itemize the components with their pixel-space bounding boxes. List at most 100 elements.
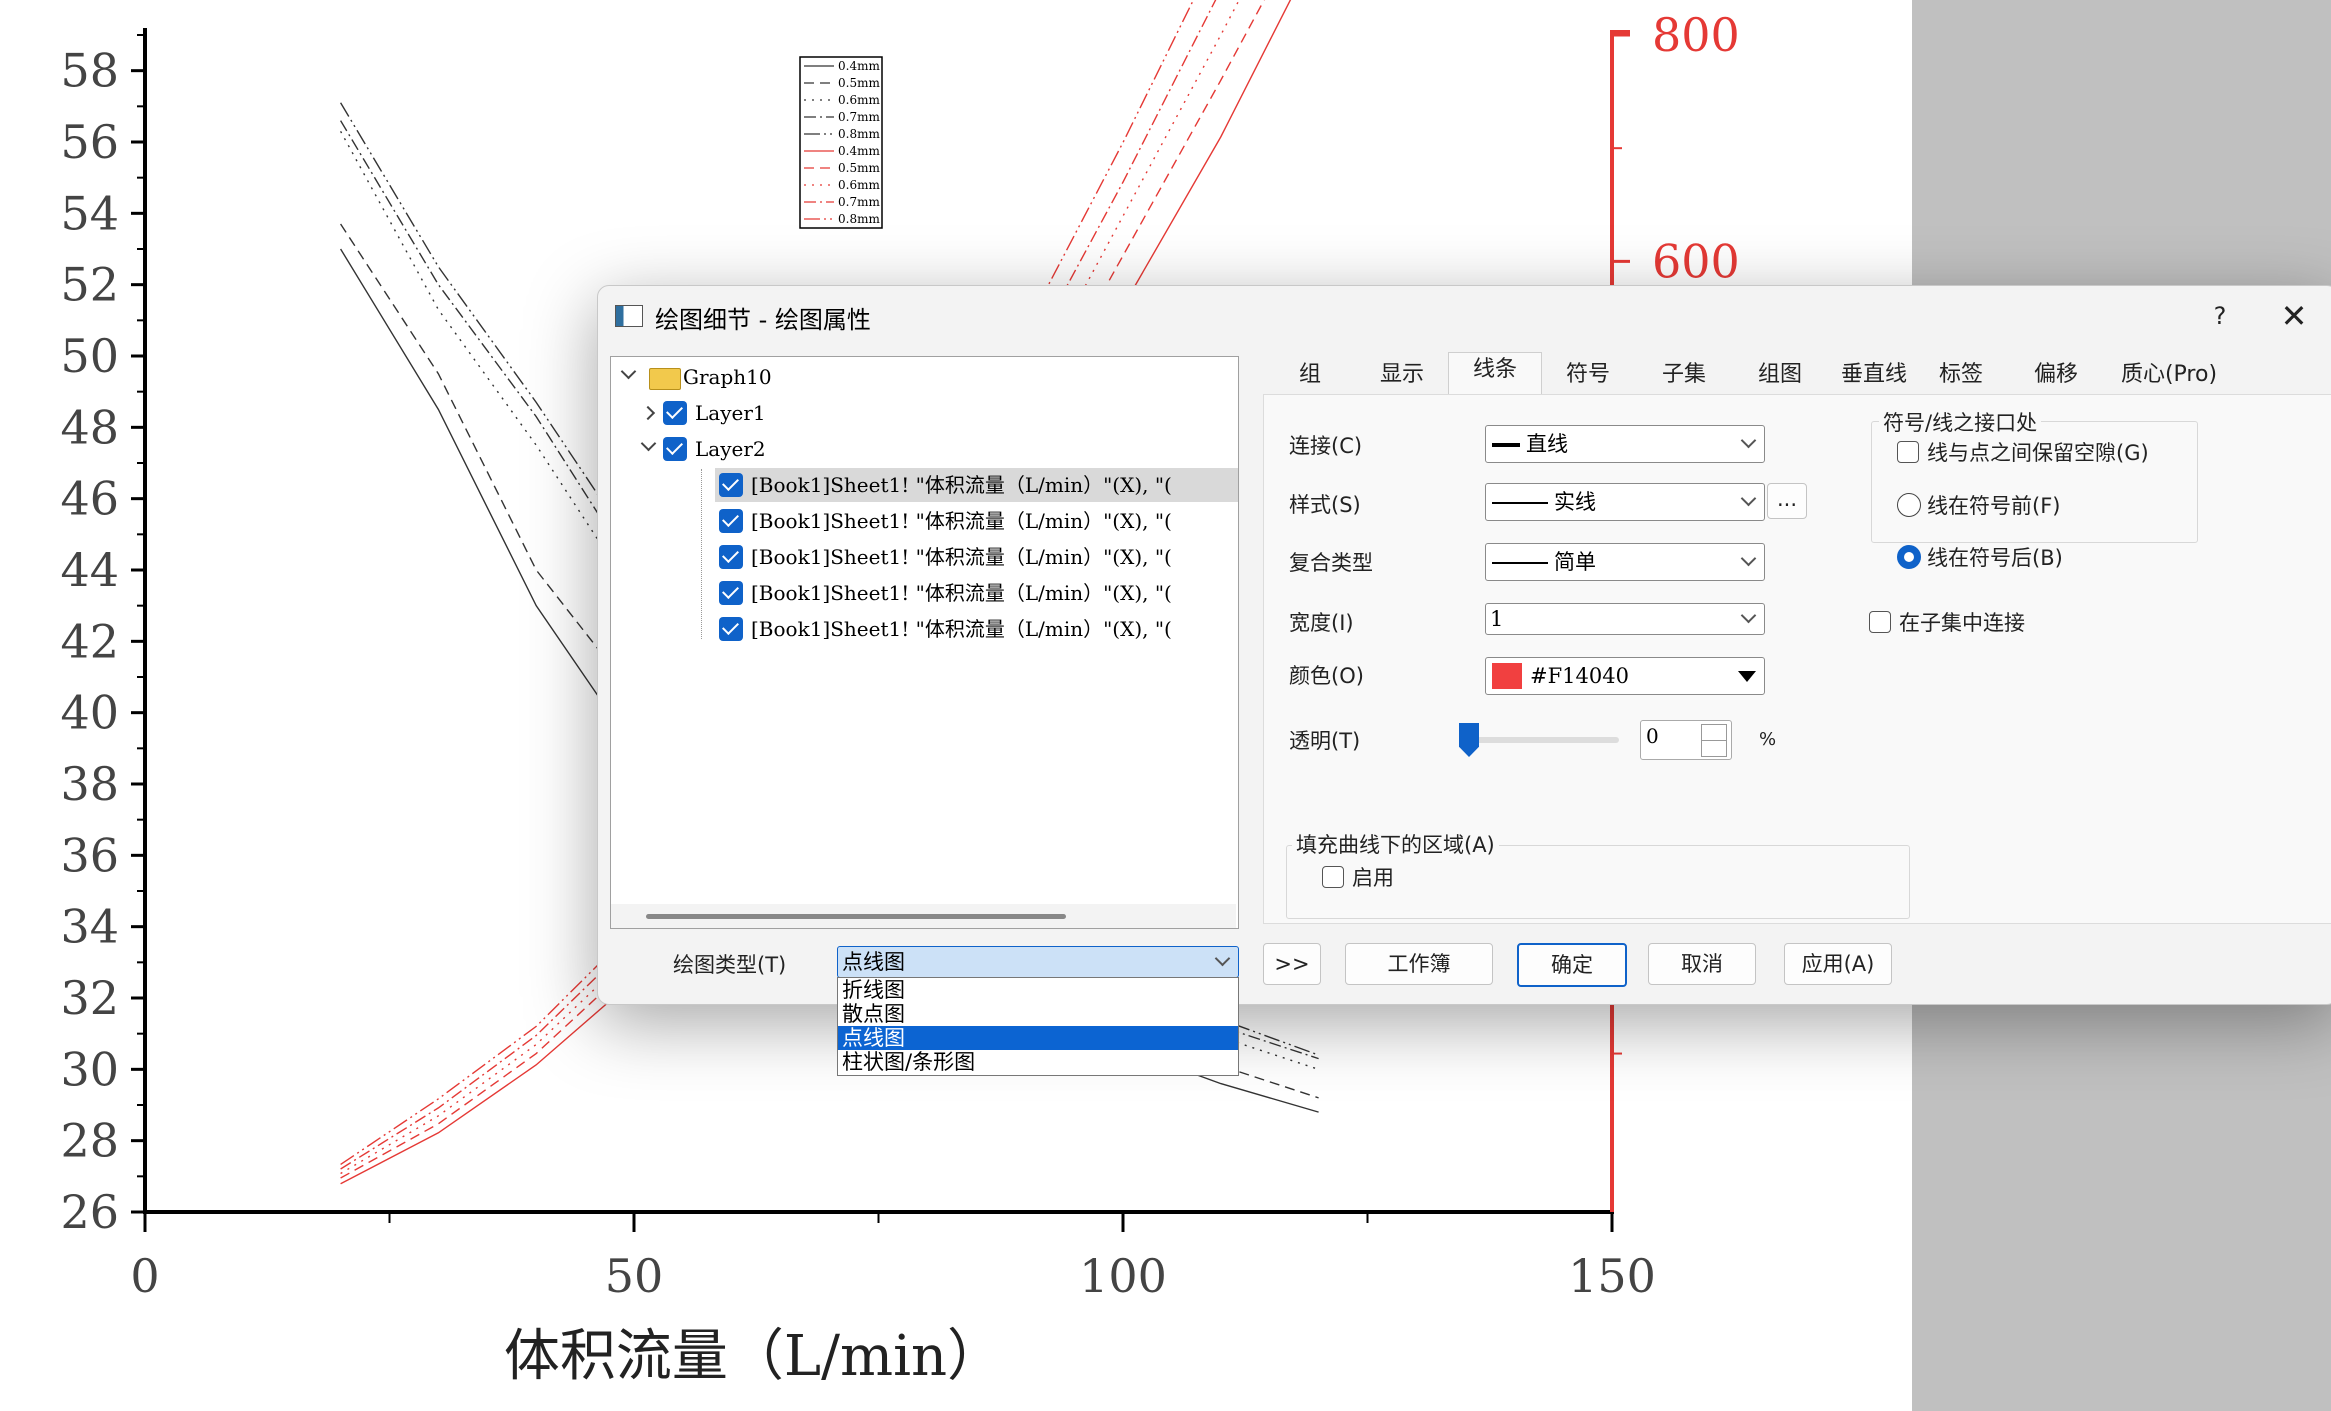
spin-up-icon[interactable] bbox=[1701, 724, 1727, 741]
connect-value: 直线 bbox=[1526, 432, 1568, 456]
tree-guide-line bbox=[701, 469, 702, 639]
property-tabs: 组 显示 线条 符号 子集 组图 垂直线 标签 偏移 质心(Pro) bbox=[1266, 352, 2331, 395]
line-sample-icon bbox=[1492, 562, 1548, 564]
dropdown-option-selected[interactable]: 点线图 bbox=[838, 1026, 1238, 1050]
legend-label: 0.7mm bbox=[838, 110, 880, 124]
fill-enable-checkbox[interactable] bbox=[1322, 866, 1344, 888]
style-select[interactable]: 实线 bbox=[1485, 483, 1765, 521]
legend-label: 0.8mm bbox=[838, 127, 880, 141]
line-before-radio[interactable] bbox=[1897, 493, 1921, 517]
connect-select[interactable]: 直线 bbox=[1485, 425, 1765, 463]
dropdown-option[interactable]: 柱状图/条形图 bbox=[838, 1050, 1238, 1074]
chevron-down-icon bbox=[1740, 432, 1757, 449]
gap-option-label: 线与点之间保留空隙(G) bbox=[1927, 441, 2149, 465]
plot-checkbox[interactable] bbox=[719, 545, 743, 569]
width-value: 1 bbox=[1490, 607, 1504, 631]
tab-line[interactable]: 线条 bbox=[1448, 352, 1542, 395]
x-axis-tick-label: 100 bbox=[1079, 1249, 1167, 1303]
chevron-down-icon bbox=[1740, 607, 1757, 624]
tab-subset[interactable]: 子集 bbox=[1638, 358, 1730, 392]
subset-connect-checkbox[interactable] bbox=[1869, 611, 1891, 633]
left-axis-tick-label: 36 bbox=[60, 828, 119, 882]
scrollbar-thumb[interactable] bbox=[646, 914, 1066, 919]
tree-item-plot[interactable]: [Book1]Sheet1! "体积流量（L/min）"(X), "( bbox=[715, 612, 1238, 646]
chevron-down-icon bbox=[1740, 490, 1757, 507]
chevron-right-icon[interactable] bbox=[640, 405, 656, 421]
chevron-down-icon bbox=[1214, 950, 1231, 967]
x-axis-title: 体积流量（L/min） bbox=[504, 1324, 1003, 1389]
width-label: 宽度(I) bbox=[1289, 611, 1354, 635]
plot-tree[interactable]: Graph10 Layer1 Layer2 [Book1]Sheet1! "体积… bbox=[610, 356, 1239, 929]
cancel-button[interactable]: 取消 bbox=[1648, 943, 1756, 985]
tree-label-graph: Graph10 bbox=[683, 365, 772, 389]
left-axis-tick-label: 54 bbox=[60, 186, 119, 240]
transparency-slider-track[interactable] bbox=[1459, 737, 1619, 743]
legend-label: 0.6mm bbox=[838, 93, 880, 107]
line-tab-panel: 连接(C) 直线 样式(S) 实线 ... 复合类型 简单 宽度(I) 1 颜色… bbox=[1263, 394, 2331, 924]
left-axis-tick-label: 42 bbox=[60, 614, 119, 668]
tree-item-plot[interactable]: [Book1]Sheet1! "体积流量（L/min）"(X), "( bbox=[715, 540, 1238, 574]
plot-checkbox[interactable] bbox=[719, 509, 743, 533]
tree-label-plot: [Book1]Sheet1! "体积流量（L/min）"(X), "( bbox=[751, 581, 1172, 605]
folder-icon bbox=[649, 368, 681, 390]
ok-button[interactable]: 确定 bbox=[1517, 943, 1627, 987]
tab-centroid[interactable]: 质心(Pro) bbox=[2104, 358, 2234, 392]
compound-select[interactable]: 简单 bbox=[1485, 543, 1765, 581]
right-axis-tick-label: 600 bbox=[1652, 234, 1740, 288]
dialog-titlebar[interactable]: 绘图细节 - 绘图属性 ? ✕ bbox=[598, 286, 2331, 344]
left-axis-tick-label: 34 bbox=[60, 900, 119, 954]
close-icon[interactable]: ✕ bbox=[2258, 296, 2330, 336]
tree-label-layer1: Layer1 bbox=[695, 401, 766, 425]
left-axis-tick-label: 28 bbox=[60, 1114, 119, 1168]
fill-enable-label: 启用 bbox=[1352, 866, 1394, 890]
expand-button[interactable]: >> bbox=[1263, 943, 1321, 985]
chevron-down-icon bbox=[1740, 550, 1757, 567]
transparency-spinbox[interactable]: 0 bbox=[1640, 720, 1732, 760]
workbook-button[interactable]: 工作簿 bbox=[1345, 943, 1493, 985]
plot-checkbox[interactable] bbox=[719, 473, 743, 497]
left-axis-tick-label: 50 bbox=[60, 329, 119, 383]
legend-label: 0.4mm bbox=[838, 144, 880, 158]
tree-label-plot: [Book1]Sheet1! "体积流量（L/min）"(X), "( bbox=[751, 617, 1172, 641]
color-select[interactable]: #F14040 bbox=[1485, 657, 1765, 695]
tab-label[interactable]: 标签 bbox=[1916, 358, 2006, 392]
tree-item-plot[interactable]: [Book1]Sheet1! "体积流量（L/min）"(X), "( bbox=[715, 576, 1238, 610]
width-select[interactable]: 1 bbox=[1485, 603, 1765, 635]
gap-checkbox[interactable] bbox=[1897, 441, 1919, 463]
apply-button[interactable]: 应用(A) bbox=[1784, 943, 1892, 985]
chevron-down-icon[interactable] bbox=[620, 363, 637, 380]
tab-display[interactable]: 显示 bbox=[1356, 358, 1448, 392]
line-after-radio[interactable] bbox=[1897, 545, 1921, 569]
chevron-down-icon[interactable] bbox=[640, 435, 657, 452]
dropdown-option[interactable]: 散点图 bbox=[838, 1002, 1238, 1026]
tab-group-plot[interactable]: 组图 bbox=[1734, 358, 1826, 392]
style-more-button[interactable]: ... bbox=[1767, 483, 1807, 519]
tab-symbol[interactable]: 符号 bbox=[1542, 358, 1634, 392]
plot-type-select[interactable]: 点线图 bbox=[837, 946, 1239, 978]
layer1-checkbox[interactable] bbox=[663, 401, 687, 425]
tree-item-plot[interactable]: [Book1]Sheet1! "体积流量（L/min）"(X), "( bbox=[715, 504, 1238, 538]
style-label: 样式(S) bbox=[1289, 493, 1361, 517]
tree-horizontal-scrollbar[interactable] bbox=[611, 904, 1236, 928]
plot-details-dialog: 绘图细节 - 绘图属性 ? ✕ Graph10 Layer1 Layer2 [B… bbox=[597, 285, 2331, 1005]
layer2-checkbox[interactable] bbox=[663, 437, 687, 461]
plot-checkbox[interactable] bbox=[719, 581, 743, 605]
compound-value: 简单 bbox=[1554, 550, 1596, 574]
transparency-slider-thumb[interactable] bbox=[1459, 723, 1479, 757]
tab-drop-lines[interactable]: 垂直线 bbox=[1828, 358, 1920, 392]
dropdown-option[interactable]: 折线图 bbox=[838, 978, 1238, 1002]
tree-label-plot: [Book1]Sheet1! "体积流量（L/min）"(X), "( bbox=[751, 473, 1172, 497]
legend-label: 0.4mm bbox=[838, 59, 880, 73]
transparency-value: 0 bbox=[1646, 724, 1659, 748]
left-axis-tick-label: 30 bbox=[60, 1042, 119, 1096]
help-button[interactable]: ? bbox=[2190, 298, 2250, 334]
line-before-label: 线在符号前(F) bbox=[1927, 494, 2061, 518]
dialog-title: 绘图细节 - 绘图属性 bbox=[655, 306, 871, 334]
tab-offset[interactable]: 偏移 bbox=[2010, 358, 2102, 392]
spin-down-icon[interactable] bbox=[1701, 740, 1727, 757]
tab-group[interactable]: 组 bbox=[1266, 358, 1354, 392]
plot-checkbox[interactable] bbox=[719, 617, 743, 641]
tree-item-plot[interactable]: [Book1]Sheet1! "体积流量（L/min）"(X), "( bbox=[715, 468, 1238, 502]
fill-area-title: 填充曲线下的区域(A) bbox=[1292, 829, 1499, 859]
color-label: 颜色(O) bbox=[1289, 664, 1364, 688]
